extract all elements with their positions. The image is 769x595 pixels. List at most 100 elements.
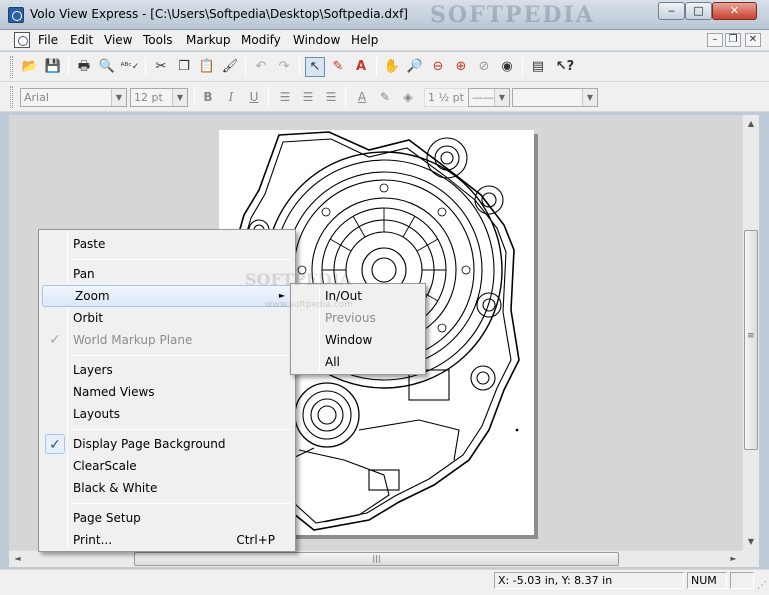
horizontal-scrollbar[interactable]: ◄ ||| ►: [9, 550, 742, 567]
menu-item-zoom-previous[interactable]: Previous: [293, 307, 423, 329]
menu-item-layers[interactable]: Layers: [41, 359, 293, 381]
close-button[interactable]: ✕: [712, 2, 757, 20]
maximize-button[interactable]: □: [685, 2, 712, 20]
open-icon[interactable]: 📂: [20, 57, 40, 77]
coordinates-readout: X: -5.03 in, Y: 8.37 in: [494, 572, 684, 589]
resize-grip-icon[interactable]: ⋰: [757, 580, 767, 591]
line-weight-select[interactable]: 1 ½ pt: [424, 88, 470, 107]
toolbar-separator: [376, 57, 377, 77]
toolbar-grip[interactable]: [10, 56, 13, 78]
bold-button[interactable]: B: [199, 88, 217, 106]
menu-file[interactable]: File: [38, 33, 58, 47]
properties-icon[interactable]: ▤: [528, 57, 548, 77]
scroll-left-icon[interactable]: ◄: [9, 551, 26, 567]
horizontal-scroll-thumb[interactable]: |||: [134, 552, 619, 566]
menu-item-page-setup[interactable]: Page Setup: [41, 507, 293, 529]
menu-item-clearscale[interactable]: ClearScale: [41, 455, 293, 477]
line-color-icon[interactable]: ✎: [376, 88, 394, 106]
menu-item-label: Paste: [73, 237, 106, 251]
title-bar[interactable]: Volo View Express - [C:\Users\Softpedia\…: [0, 0, 769, 30]
menu-item-black-white[interactable]: Black & White: [41, 477, 293, 499]
zoom-previous-icon[interactable]: ⊘: [474, 57, 494, 77]
status-bar: X: -5.03 in, Y: 8.37 in NUM ⋰: [0, 569, 769, 595]
pan-icon[interactable]: ✋: [382, 57, 402, 77]
menu-item-print[interactable]: Print... Ctrl+P: [41, 529, 293, 551]
text-color-icon[interactable]: A: [353, 88, 371, 106]
window-title: Volo View Express - [C:\Users\Softpedia\…: [30, 7, 408, 21]
print-preview-icon[interactable]: 🔍: [97, 57, 117, 77]
menu-item-label: Page Setup: [73, 511, 141, 525]
app-icon[interactable]: [8, 7, 24, 23]
menu-item-zoom-in-out[interactable]: In/Out: [293, 285, 423, 307]
orbit-icon[interactable]: ◉: [497, 57, 517, 77]
menu-item-label: All: [325, 355, 340, 369]
redo-icon[interactable]: ↷: [274, 57, 294, 77]
chevron-down-icon[interactable]: ▼: [111, 89, 126, 106]
menu-item-label: Previous: [325, 311, 376, 325]
menu-item-zoom-all[interactable]: All: [293, 351, 423, 373]
vertical-scroll-thumb[interactable]: ≡: [744, 230, 758, 450]
menu-modify[interactable]: Modify: [241, 33, 281, 47]
chevron-down-icon[interactable]: ▼: [494, 89, 509, 106]
menu-item-paste[interactable]: Paste: [41, 233, 293, 255]
minimize-button[interactable]: ‒: [658, 2, 685, 20]
menu-view[interactable]: View: [104, 33, 132, 47]
zoom-icon[interactable]: 🔎: [405, 57, 425, 77]
zoom-submenu: In/Out Previous Window All: [290, 283, 426, 375]
grip-icon: ≡: [747, 331, 755, 341]
italic-button[interactable]: I: [222, 88, 240, 106]
align-center-icon[interactable]: ☰: [299, 88, 317, 106]
document-icon[interactable]: [14, 32, 30, 48]
markup-pen-icon[interactable]: ✎: [328, 57, 348, 77]
scroll-down-icon[interactable]: ▼: [743, 533, 759, 550]
help-pointer-icon[interactable]: ↖?: [555, 57, 575, 77]
mdi-restore-button[interactable]: ❐: [725, 33, 741, 47]
menu-item-orbit[interactable]: Orbit: [41, 307, 293, 329]
line-style-select[interactable]: —— ▼: [468, 88, 510, 107]
print-icon[interactable]: 🖶: [74, 57, 94, 77]
underline-button[interactable]: U: [245, 88, 263, 106]
menu-separator: [71, 503, 291, 504]
align-left-icon[interactable]: ☰: [276, 88, 294, 106]
align-right-icon[interactable]: ☰: [322, 88, 340, 106]
save-icon[interactable]: 💾: [43, 57, 63, 77]
menu-item-display-page-background[interactable]: ✓ Display Page Background: [41, 433, 293, 455]
chevron-down-icon[interactable]: ▼: [172, 89, 187, 106]
menu-markup[interactable]: Markup: [186, 33, 230, 47]
menu-edit[interactable]: Edit: [70, 33, 93, 47]
menu-item-layouts[interactable]: Layouts: [41, 403, 293, 425]
mdi-minimize-button[interactable]: –: [707, 33, 723, 47]
undo-icon[interactable]: ↶: [251, 57, 271, 77]
menu-separator: [71, 429, 291, 430]
fill-color-icon[interactable]: ◈: [399, 88, 417, 106]
mdi-close-button[interactable]: ✕: [745, 33, 761, 47]
vertical-scrollbar[interactable]: ▲ ≡ ▼: [742, 115, 759, 550]
spellcheck-icon[interactable]: ᴬᴮᶜ✓: [120, 57, 140, 77]
menu-window[interactable]: Window: [293, 33, 340, 47]
scroll-corner: [742, 550, 759, 567]
select-arrow-icon[interactable]: ↖: [305, 57, 325, 77]
copy-icon[interactable]: ❐: [174, 57, 194, 77]
menu-item-zoom[interactable]: Zoom ►: [42, 285, 294, 307]
menu-item-named-views[interactable]: Named Views: [41, 381, 293, 403]
menu-item-label: Named Views: [73, 385, 155, 399]
paste-icon[interactable]: 📋: [197, 57, 217, 77]
cut-icon[interactable]: ✂: [151, 57, 171, 77]
menu-item-zoom-window[interactable]: Window: [293, 329, 423, 351]
markup-text-icon[interactable]: A: [351, 57, 371, 77]
font-size-select[interactable]: 12 pt ▼: [130, 88, 188, 107]
menu-item-pan[interactable]: Pan: [41, 263, 293, 285]
zoom-window-icon[interactable]: ⊖: [428, 57, 448, 77]
font-name-select[interactable]: Arial ▼: [20, 88, 127, 107]
scroll-right-icon[interactable]: ►: [725, 551, 742, 567]
format-toolbar: Arial ▼ 12 pt ▼ B I U ☰ ☰ ☰ A ✎ ◈ 1 ½ pt…: [0, 82, 769, 112]
toolbar-grip[interactable]: [10, 86, 13, 108]
menu-tools[interactable]: Tools: [143, 33, 173, 47]
scroll-up-icon[interactable]: ▲: [743, 115, 759, 132]
zoom-extents-icon[interactable]: ⊕: [451, 57, 471, 77]
color-select[interactable]: ▼: [512, 88, 598, 107]
menu-item-world-markup-plane[interactable]: ✓ World Markup Plane: [41, 329, 293, 351]
chevron-down-icon[interactable]: ▼: [582, 89, 597, 106]
format-painter-icon[interactable]: 🖌: [220, 57, 240, 77]
menu-help[interactable]: Help: [351, 33, 378, 47]
